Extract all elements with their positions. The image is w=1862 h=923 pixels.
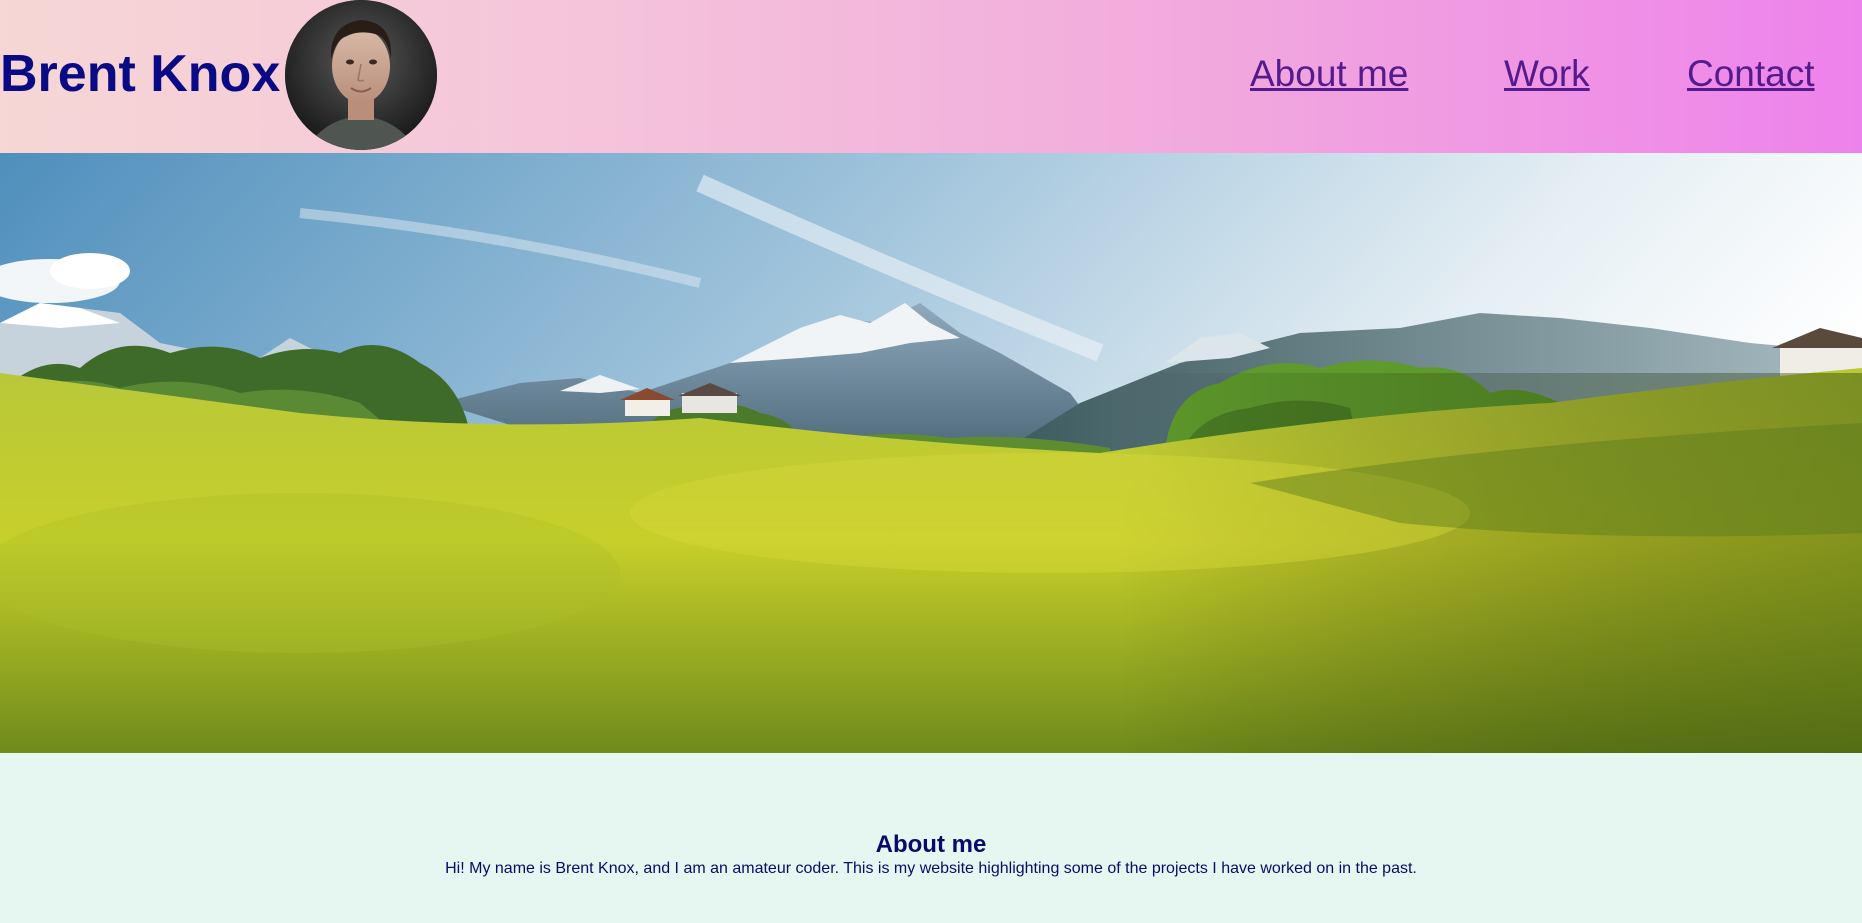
nav-link-contact[interactable]: Contact bbox=[1687, 52, 1815, 96]
hero-image bbox=[0, 153, 1862, 753]
nav-link-about[interactable]: About me bbox=[1250, 52, 1408, 96]
avatar bbox=[285, 0, 437, 150]
site-header: Brent Knox About me Work Contact bbox=[0, 0, 1862, 153]
about-section: About me Hi! My name is Brent Knox, and … bbox=[0, 753, 1862, 923]
about-heading: About me bbox=[875, 831, 987, 858]
site-title: Brent Knox bbox=[0, 45, 281, 103]
about-text: Hi! My name is Brent Knox, and I am an a… bbox=[445, 860, 1417, 877]
nav-link-work[interactable]: Work bbox=[1504, 52, 1590, 96]
